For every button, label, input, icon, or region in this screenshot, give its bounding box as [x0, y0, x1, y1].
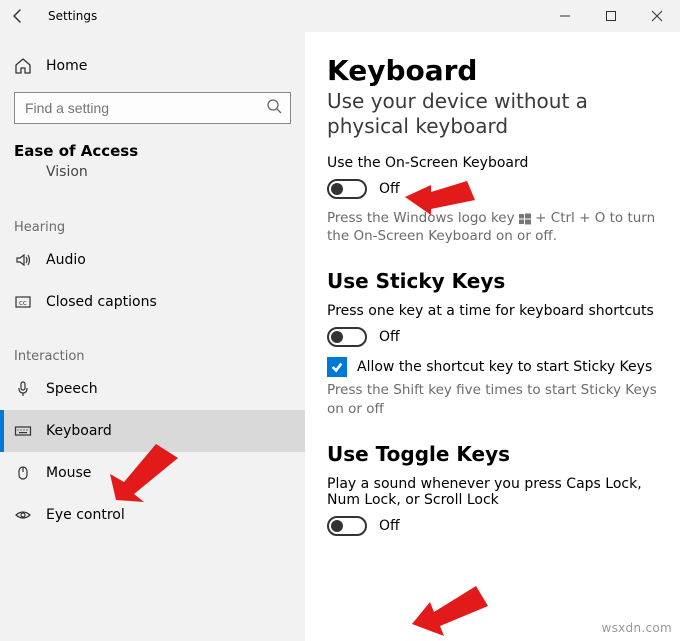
sidebar-item-mouse[interactable]: Mouse [0, 452, 305, 494]
close-button[interactable] [634, 0, 680, 32]
sticky-keys-help: Press the Shift key five times to start … [327, 381, 658, 417]
svg-text:cc: cc [19, 299, 27, 307]
windows-logo-icon [519, 212, 531, 224]
search-icon [266, 98, 282, 118]
sidebar-item-closed-captions[interactable]: cc Closed captions [0, 281, 305, 323]
sticky-keys-checkbox-label: Allow the shortcut key to start Sticky K… [357, 359, 652, 375]
sidebar-item-label: Mouse [46, 465, 91, 481]
osk-label: Use the On-Screen Keyboard [327, 155, 658, 171]
osk-toggle-state: Off [379, 181, 400, 197]
sidebar-item-audio[interactable]: Audio [0, 239, 305, 281]
sidebar: Home Ease of Access Vision Hearing Audio… [0, 32, 305, 641]
toggle-keys-toggle[interactable] [327, 516, 367, 536]
search-input[interactable] [23, 99, 266, 117]
sticky-keys-toggle[interactable] [327, 327, 367, 347]
sidebar-item-vision[interactable]: Vision [0, 164, 305, 194]
closed-captions-icon: cc [14, 293, 32, 311]
maximize-button[interactable] [588, 0, 634, 32]
sidebar-home[interactable]: Home [0, 46, 305, 86]
sidebar-item-eye-control[interactable]: Eye control [0, 494, 305, 536]
microphone-icon [14, 380, 32, 398]
main-content: Keyboard Use your device without a physi… [305, 32, 680, 641]
eye-icon [14, 506, 32, 524]
sticky-keys-heading: Use Sticky Keys [327, 269, 658, 293]
minimize-button[interactable] [542, 0, 588, 32]
home-icon [14, 57, 32, 75]
sidebar-item-label: Audio [46, 252, 86, 268]
page-subtitle: Use your device without a physical keybo… [327, 89, 658, 139]
osk-toggle[interactable] [327, 179, 367, 199]
sidebar-item-label: Vision [46, 164, 88, 180]
sidebar-section-title: Ease of Access [0, 124, 305, 164]
sidebar-item-speech[interactable]: Speech [0, 368, 305, 410]
mouse-icon [14, 464, 32, 482]
sidebar-item-label: Eye control [46, 507, 125, 523]
sidebar-item-keyboard[interactable]: Keyboard [0, 410, 305, 452]
window-title: Settings [36, 9, 97, 23]
sticky-keys-label: Press one key at a time for keyboard sho… [327, 303, 658, 319]
sidebar-group-hearing: Hearing [0, 194, 305, 239]
sidebar-item-label: Speech [46, 381, 98, 397]
sticky-keys-toggle-state: Off [379, 329, 400, 345]
sidebar-item-label: Closed captions [46, 294, 157, 310]
toggle-keys-toggle-state: Off [379, 518, 400, 534]
watermark: wsxdn.com [601, 621, 672, 635]
search-box[interactable] [14, 92, 291, 124]
page-title: Keyboard [327, 54, 658, 87]
sidebar-item-label: Keyboard [46, 423, 112, 439]
back-button[interactable] [0, 9, 36, 23]
sidebar-home-label: Home [46, 58, 87, 74]
keyboard-icon [14, 422, 32, 440]
toggle-keys-heading: Use Toggle Keys [327, 442, 658, 466]
toggle-keys-label: Play a sound whenever you press Caps Loc… [327, 476, 658, 508]
speaker-icon [14, 251, 32, 269]
sticky-keys-shortcut-checkbox[interactable] [327, 357, 347, 377]
sidebar-group-interaction: Interaction [0, 323, 305, 368]
osk-help: Press the Windows logo key + Ctrl + O to… [327, 209, 658, 245]
titlebar: Settings [0, 0, 680, 32]
